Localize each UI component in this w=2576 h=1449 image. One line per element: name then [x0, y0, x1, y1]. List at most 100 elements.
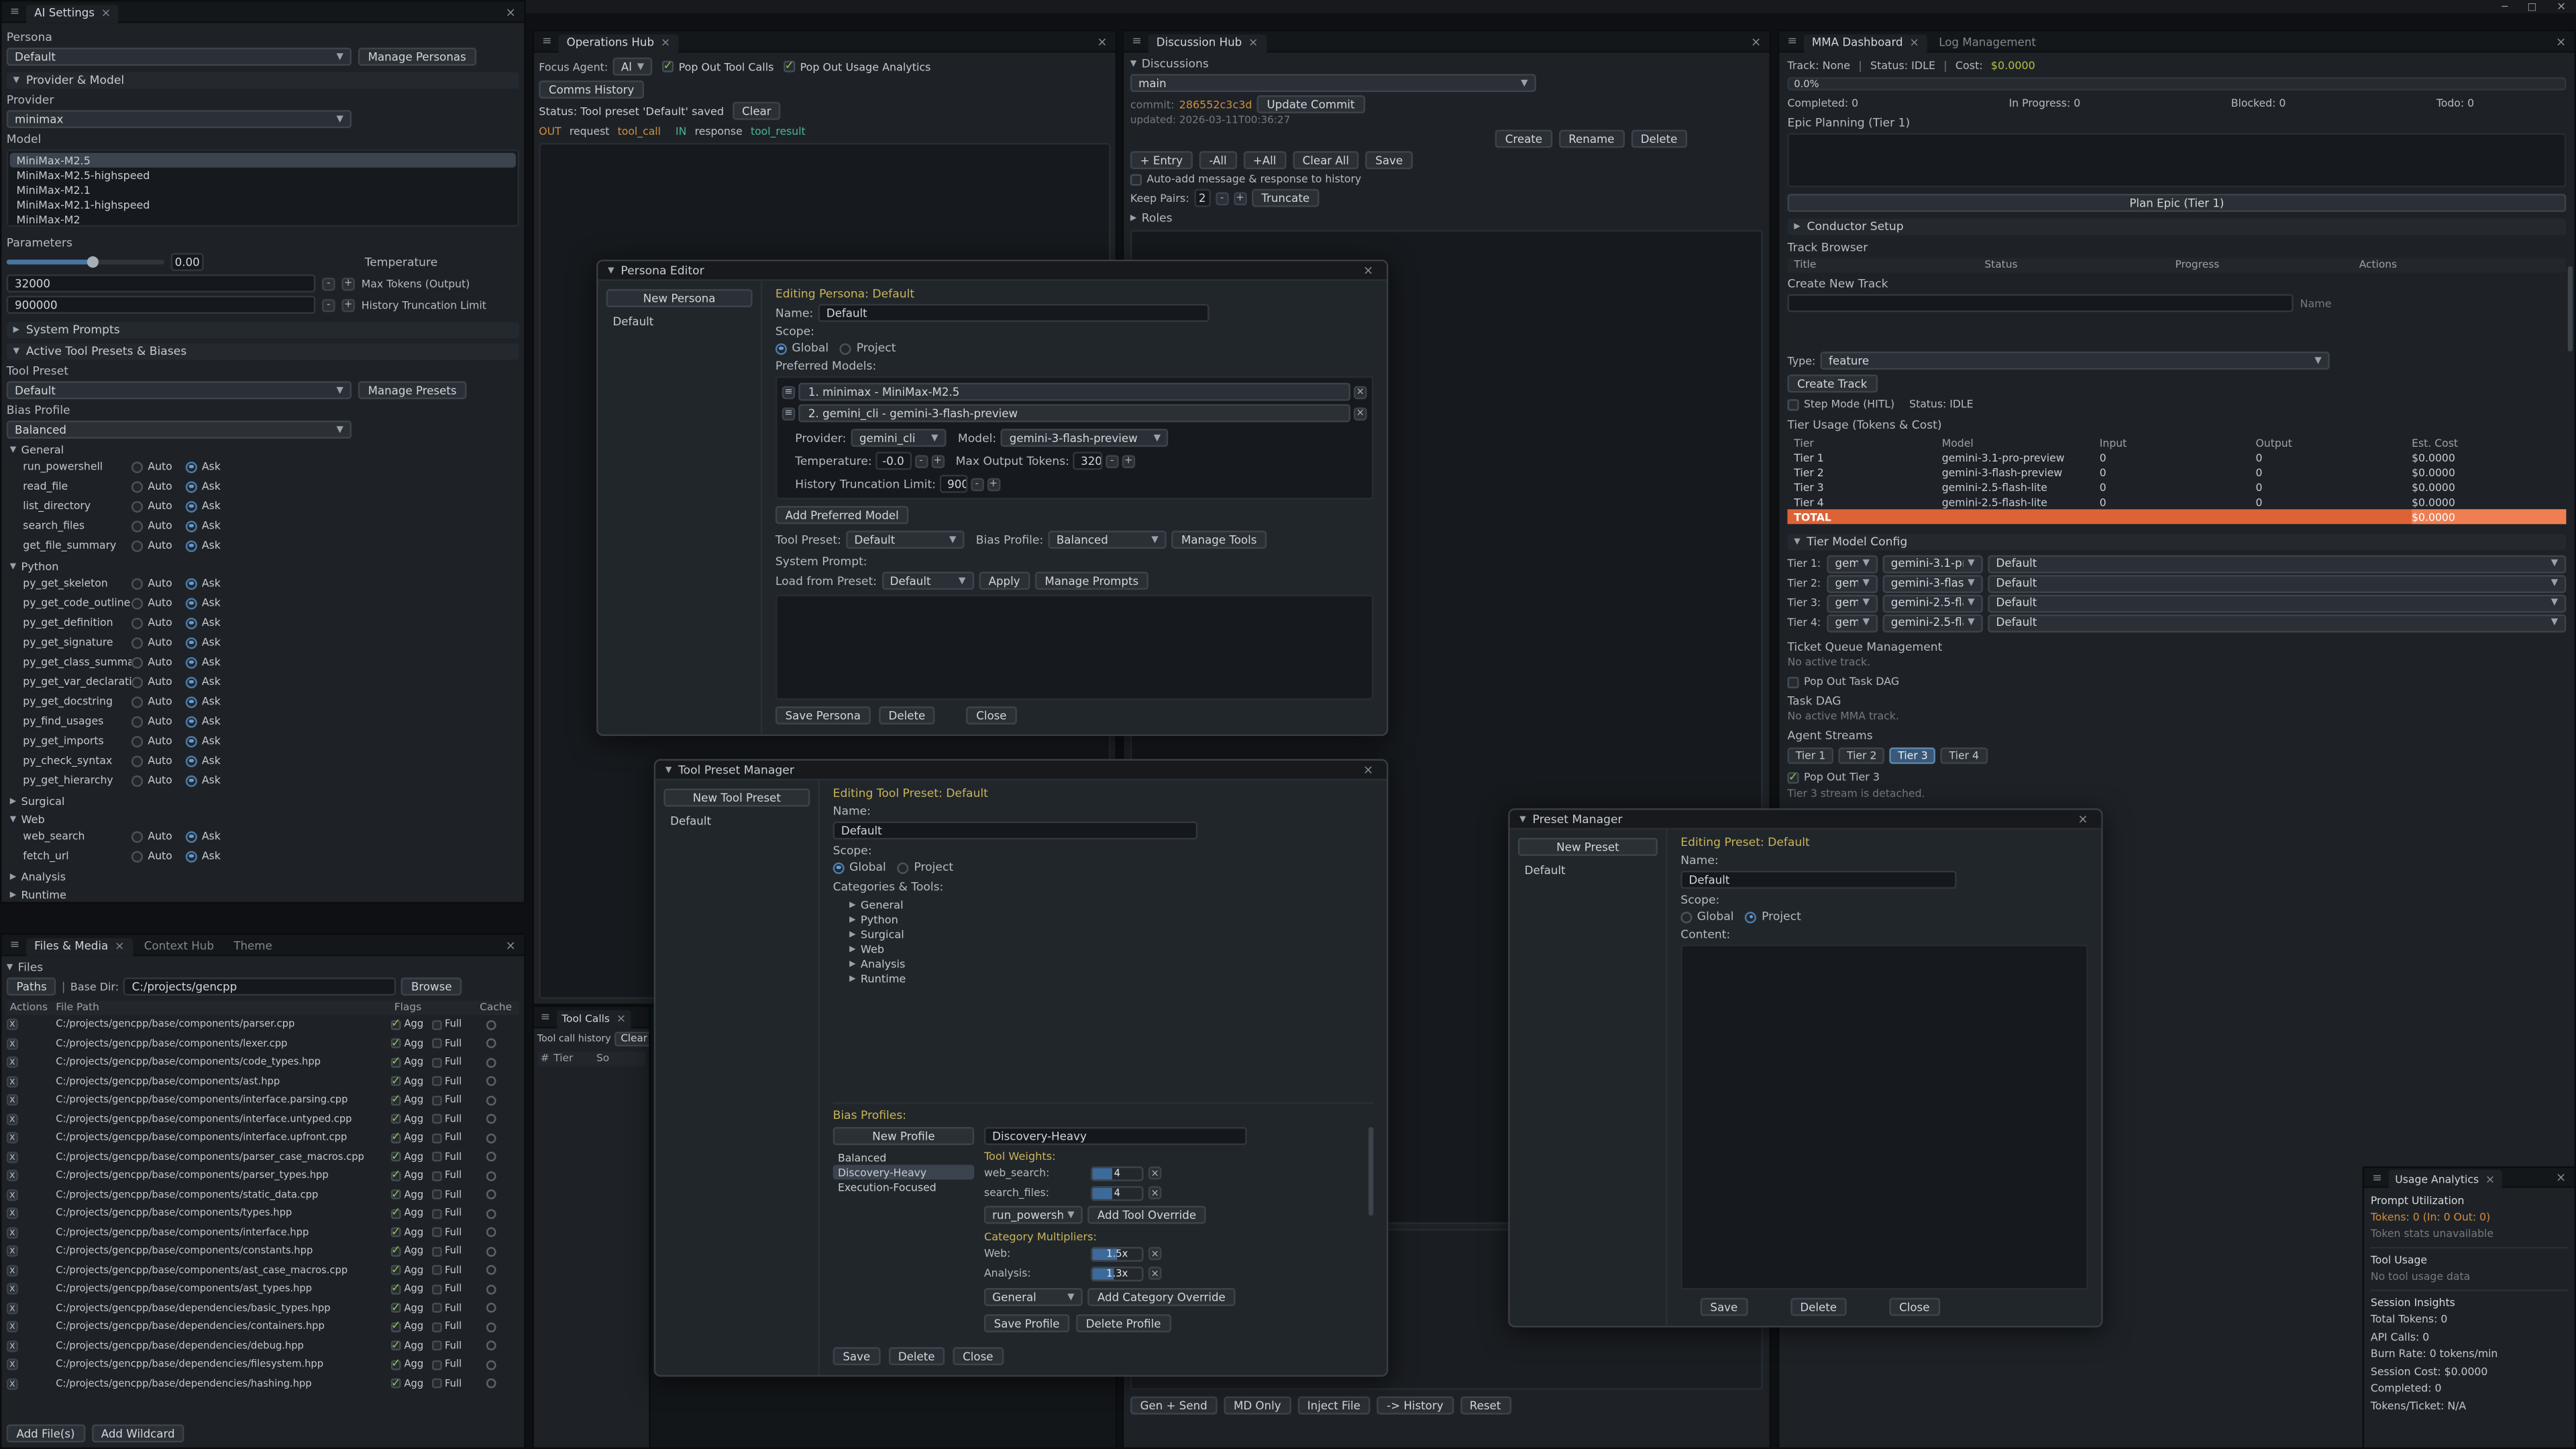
auto-radio[interactable]: [131, 520, 143, 531]
model-list-item[interactable]: MiniMax-M2: [10, 212, 516, 227]
stream-tab[interactable]: Tier 4: [1941, 747, 1987, 763]
collapse-arrow-icon[interactable]: ▼: [1519, 814, 1525, 824]
remove-file-button[interactable]: x: [7, 1132, 18, 1144]
plan-epic-button[interactable]: Plan Epic (Tier 1): [1787, 194, 2566, 212]
preferred-model-button[interactable]: 1. minimax - MiniMax-M2.5: [798, 383, 1350, 401]
tool-group-header[interactable]: ▼ Python: [10, 560, 519, 574]
full-checkbox[interactable]: [431, 1020, 441, 1030]
category-tree-item[interactable]: ▶ Analysis: [849, 956, 1373, 971]
drag-handle-icon[interactable]: ≡: [782, 385, 796, 398]
remove-file-button[interactable]: x: [7, 1378, 18, 1389]
ask-radio[interactable]: [185, 696, 197, 707]
entry-button[interactable]: + Entry: [1130, 151, 1193, 169]
browse-button[interactable]: Browse: [401, 977, 462, 996]
save-persona-button[interactable]: Save Persona: [775, 706, 871, 724]
remove-file-button[interactable]: x: [7, 1359, 18, 1371]
model-list-item[interactable]: MiniMax-M2.5-highspeed: [10, 168, 516, 182]
tool-preset-name-input[interactable]: Default: [833, 821, 1198, 839]
dialog-close-icon[interactable]: ×: [1360, 762, 1377, 777]
remove-multiplier-button[interactable]: ×: [1148, 1267, 1162, 1280]
paths-button[interactable]: Paths: [7, 977, 57, 996]
global-radio[interactable]: [833, 861, 845, 873]
system-prompt-textarea[interactable]: [775, 595, 1373, 700]
persona-list-item[interactable]: Default: [606, 314, 753, 330]
tab-ai-settings[interactable]: AI Settings ×: [26, 4, 119, 22]
multiplier-drag[interactable]: 1.3x: [1091, 1266, 1143, 1281]
agg-checkbox[interactable]: [391, 1228, 401, 1238]
remove-file-button[interactable]: x: [7, 1170, 18, 1181]
tier-preset-select[interactable]: Default▼: [1988, 555, 2566, 573]
agg-checkbox[interactable]: [391, 1171, 401, 1181]
system-prompts-header[interactable]: ▶System Prompts: [7, 322, 519, 338]
tier-provider-select[interactable]: gemini▼: [1827, 614, 1878, 632]
delete-persona-button[interactable]: Delete: [879, 706, 935, 724]
tab-menu-icon[interactable]: ≡: [7, 938, 23, 951]
provider-select[interactable]: minimax▼: [7, 110, 352, 128]
load-preset-select[interactable]: Default▼: [881, 572, 973, 590]
agg-checkbox[interactable]: [391, 1246, 401, 1256]
full-checkbox[interactable]: [431, 1038, 441, 1049]
collapse-arrow-icon[interactable]: ▼: [608, 266, 614, 276]
auto-radio[interactable]: [131, 637, 143, 648]
ask-radio[interactable]: [185, 755, 197, 766]
panel-close-icon[interactable]: ×: [502, 4, 519, 19]
epic-planning-textarea[interactable]: [1787, 133, 2566, 187]
remove-weight-button[interactable]: ×: [1148, 1167, 1162, 1180]
tool-group-header[interactable]: ▶ Analysis: [10, 871, 519, 884]
delete-profile-button[interactable]: Delete Profile: [1076, 1314, 1171, 1332]
keep-pairs-value[interactable]: 2: [1194, 189, 1210, 207]
popout-usage-checkbox[interactable]: [784, 61, 795, 72]
tab-close-icon[interactable]: ×: [101, 7, 111, 20]
bias-profile-select[interactable]: Balanced▼: [1049, 531, 1167, 549]
provider-select[interactable]: gemini_cli▼: [851, 429, 947, 447]
remove-file-button[interactable]: x: [7, 1095, 18, 1106]
close-button[interactable]: Close: [1889, 1298, 1939, 1316]
bias-profile-item[interactable]: Discovery-Heavy: [833, 1165, 975, 1179]
model-list-item[interactable]: MiniMax-M2.1: [10, 182, 516, 197]
full-checkbox[interactable]: [431, 1171, 441, 1181]
bias-profile-item[interactable]: Execution-Focused: [833, 1179, 975, 1194]
discussion-manage-button[interactable]: Delete: [1631, 129, 1687, 148]
add-category-override-button[interactable]: Add Category Override: [1087, 1288, 1235, 1306]
ask-radio[interactable]: [185, 850, 197, 861]
close-button[interactable]: Close: [966, 706, 1016, 724]
dialog-close-icon[interactable]: ×: [2074, 812, 2091, 826]
popout-task-dag-checkbox[interactable]: [1787, 676, 1799, 688]
full-checkbox[interactable]: [431, 1379, 441, 1389]
collapse-arrow-icon[interactable]: ▼: [665, 765, 672, 775]
save-button[interactable]: Save: [1701, 1298, 1748, 1316]
category-tree-item[interactable]: ▶ Python: [849, 912, 1373, 926]
auto-radio[interactable]: [131, 617, 143, 629]
tool-group-header[interactable]: ▶ Runtime: [10, 889, 519, 902]
panel-close-icon[interactable]: ×: [2553, 34, 2569, 48]
preset-list-item[interactable]: Default: [1518, 863, 1658, 879]
auto-radio[interactable]: [131, 500, 143, 512]
preset-manager-titlebar[interactable]: ▼ Preset Manager ×: [1510, 810, 2102, 829]
remove-file-button[interactable]: x: [7, 1340, 18, 1352]
drag-handle-icon[interactable]: ≡: [782, 407, 796, 420]
global-radio[interactable]: [1680, 911, 1692, 922]
tool-group-header[interactable]: ▼ Web: [10, 813, 519, 826]
track-type-select[interactable]: feature▼: [1821, 352, 2330, 370]
tab-menu-icon[interactable]: ≡: [2369, 1171, 2385, 1184]
composer-button[interactable]: Reset: [1460, 1397, 1511, 1415]
tool-preset-manager-titlebar[interactable]: ▼ Tool Preset Manager ×: [655, 761, 1387, 780]
ask-radio[interactable]: [185, 775, 197, 786]
auto-radio[interactable]: [131, 775, 143, 786]
remove-model-button[interactable]: ×: [1354, 407, 1367, 420]
ask-radio[interactable]: [185, 617, 197, 629]
manage-prompts-button[interactable]: Manage Prompts: [1035, 572, 1148, 590]
tab-tool-calls[interactable]: Tool Calls ×: [557, 1010, 631, 1028]
popout-tier3-checkbox[interactable]: [1787, 771, 1799, 783]
panel-close-icon[interactable]: ×: [1748, 34, 1764, 48]
manage-tools-button[interactable]: Manage Tools: [1171, 531, 1267, 549]
profile-name-input[interactable]: Discovery-Heavy: [984, 1127, 1247, 1145]
tier-model-select[interactable]: gemini-2.5-flash-lite▼: [1883, 594, 1983, 612]
tab-mma-dashboard[interactable]: MMA Dashboard ×: [1804, 34, 1927, 52]
tool-override-select[interactable]: run_powershell▼: [984, 1206, 1083, 1224]
tab-close-icon[interactable]: ×: [115, 940, 124, 953]
tab-log-management[interactable]: Log Management: [1931, 34, 2044, 52]
agg-checkbox[interactable]: [391, 1133, 401, 1143]
category-override-select[interactable]: General▼: [984, 1288, 1083, 1306]
focus-agent-select[interactable]: All▼: [613, 58, 653, 76]
